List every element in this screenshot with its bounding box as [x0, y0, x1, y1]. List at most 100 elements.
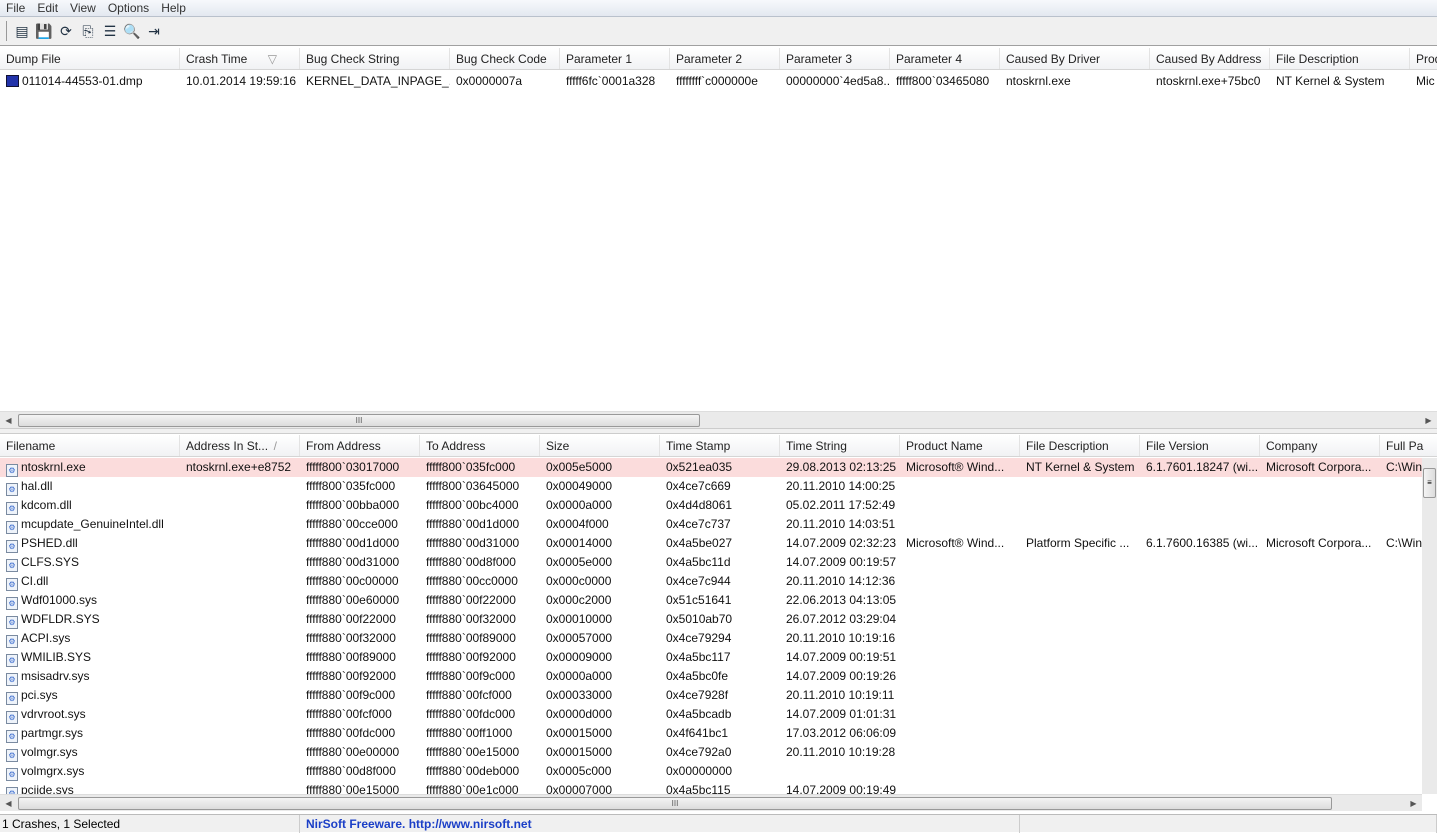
cell-text: ffffffff`c000000e: [676, 74, 758, 88]
cell-address-in-st: [180, 705, 300, 724]
module-row[interactable]: ⚙ kdcom.dll fffff800`00bba000 fffff800`00bc…: [0, 496, 1422, 515]
scroll-thumb[interactable]: III: [18, 797, 1332, 810]
column-header-bug-check-code[interactable]: Bug Check Code: [450, 48, 560, 69]
module-list-hscrollbar[interactable]: ◀ III ▶: [0, 794, 1422, 811]
column-header-parameter-2[interactable]: Parameter 2: [670, 48, 780, 69]
column-header-file-version[interactable]: File Version: [1140, 435, 1260, 456]
properties-icon[interactable]: ☰: [99, 20, 121, 42]
html-report-icon[interactable]: ▤: [11, 20, 33, 42]
column-header-caused-by-address[interactable]: Caused By Address: [1150, 48, 1270, 69]
module-file-icon: ⚙: [6, 540, 18, 553]
cell-text: Microsoft Corpora...: [1266, 460, 1372, 474]
crash-list-hscrollbar[interactable]: ◀ III ▶: [0, 411, 1437, 428]
cell-file-description: [1020, 477, 1140, 496]
module-row[interactable]: ⚙ volmgrx.sys fffff880`00d8f000 fffff880`00…: [0, 762, 1422, 781]
cell-size: 0x0000d000: [540, 705, 660, 724]
cell-filename: ⚙ CLFS.SYS: [0, 553, 180, 572]
cell-address-in-st: [180, 743, 300, 762]
module-row[interactable]: ⚙ volmgr.sys fffff880`00e00000 fffff880`00e…: [0, 743, 1422, 762]
column-header-filename[interactable]: Filename: [0, 435, 180, 456]
module-file-icon: ⚙: [6, 578, 18, 591]
module-row[interactable]: ⚙ CI.dll fffff880`00c00000 fffff880`00cc000…: [0, 572, 1422, 591]
cell-full-pa: [1380, 553, 1422, 572]
module-row[interactable]: ⚙ WMILIB.SYS fffff880`00f89000 fffff880`00f…: [0, 648, 1422, 667]
menu-file[interactable]: File: [0, 0, 31, 16]
module-row[interactable]: ⚙ WDFLDR.SYS fffff880`00f22000 fffff880`00f…: [0, 610, 1422, 629]
column-header-crash-time[interactable]: Crash Time ▽: [180, 48, 300, 69]
copy-icon[interactable]: ⎘: [77, 20, 99, 42]
cell-text: kdcom.dll: [21, 498, 72, 512]
cell-text: fffff880`00c00000: [306, 574, 399, 588]
module-row[interactable]: ⚙ pci.sys fffff880`00f9c000 fffff880`00fcf0…: [0, 686, 1422, 705]
status-link[interactable]: NirSoft Freeware. http://www.nirsoft.net: [300, 815, 1020, 833]
module-row[interactable]: ⚙ CLFS.SYS fffff880`00d31000 fffff880`00d8f…: [0, 553, 1422, 572]
scroll-left-icon[interactable]: ◀: [0, 412, 17, 429]
module-row[interactable]: ⚙ pciide.sys fffff880`00e15000 fffff880`00e…: [0, 781, 1422, 794]
pane-splitter[interactable]: [0, 428, 1437, 434]
column-header-file-description[interactable]: File Description: [1270, 48, 1410, 69]
column-header-bug-check-string[interactable]: Bug Check String: [300, 48, 450, 69]
module-row[interactable]: ⚙ partmgr.sys fffff880`00fdc000 fffff880`00…: [0, 724, 1422, 743]
menu-view[interactable]: View: [64, 0, 102, 16]
column-header-parameter-3[interactable]: Parameter 3: [780, 48, 890, 69]
column-header-parameter-4[interactable]: Parameter 4: [890, 48, 1000, 69]
module-row[interactable]: ⚙ msisadrv.sys fffff880`00f92000 fffff880`0…: [0, 667, 1422, 686]
column-header-caused-by-driver[interactable]: Caused By Driver: [1000, 48, 1150, 69]
refresh-icon[interactable]: ⟳: [55, 20, 77, 42]
cell-text: fffff880`00f9c000: [426, 669, 516, 683]
cell-time-stamp: 0x4a5bc117: [660, 648, 780, 667]
column-header-parameter-1[interactable]: Parameter 1: [560, 48, 670, 69]
column-header-label: Address In St...: [186, 439, 269, 453]
cell-time-string: 20.11.2010 14:12:36: [780, 572, 900, 591]
cell-to-address: fffff880`00f89000: [420, 629, 540, 648]
menu-help[interactable]: Help: [155, 0, 192, 16]
exit-icon[interactable]: ⇥: [143, 20, 165, 42]
module-row[interactable]: ⚙ PSHED.dll fffff880`00d1d000 fffff880`00d3…: [0, 534, 1422, 553]
module-row[interactable]: ⚙ Wdf01000.sys fffff880`00e60000 fffff880`0…: [0, 591, 1422, 610]
cell-file-description: [1020, 610, 1140, 629]
scroll-right-icon[interactable]: ▶: [1405, 795, 1422, 812]
module-row[interactable]: ⚙ ntoskrnl.exe ntoskrnl.exe+e8752 fffff800`…: [0, 458, 1422, 477]
save-icon[interactable]: 💾: [33, 20, 55, 42]
dump-file-icon: [6, 75, 19, 87]
nirsoft-link[interactable]: NirSoft Freeware. http://www.nirsoft.net: [306, 817, 532, 831]
column-header-file-description[interactable]: File Description: [1020, 435, 1140, 456]
cell-text: 0x0000007a: [456, 74, 523, 88]
column-header-full-pa[interactable]: Full Pa: [1380, 435, 1437, 456]
cell-to-address: fffff880`00deb000: [420, 762, 540, 781]
column-header-product-name[interactable]: Product Name: [1410, 48, 1437, 69]
column-header-time-stamp[interactable]: Time Stamp: [660, 435, 780, 456]
module-row[interactable]: ⚙ ACPI.sys fffff880`00f32000 fffff880`00f89…: [0, 629, 1422, 648]
cell-text: pciide.sys: [21, 783, 74, 794]
vscroll-thumb[interactable]: ≡: [1423, 468, 1436, 498]
module-list-vscrollbar[interactable]: ≡: [1422, 458, 1437, 794]
cell-file-version: [1140, 648, 1260, 667]
column-header-address-in-st[interactable]: Address In St... /: [180, 435, 300, 456]
find-icon[interactable]: 🔍: [121, 20, 143, 42]
cell-full-pa: [1380, 762, 1422, 781]
menu-edit[interactable]: Edit: [31, 0, 64, 16]
column-header-time-string[interactable]: Time String: [780, 435, 900, 456]
module-row[interactable]: ⚙ hal.dll fffff800`035fc000 fffff800`036450…: [0, 477, 1422, 496]
column-header-product-name[interactable]: Product Name: [900, 435, 1020, 456]
cell-filename: ⚙ partmgr.sys: [0, 724, 180, 743]
cell-filename: ⚙ CI.dll: [0, 572, 180, 591]
scroll-left-icon[interactable]: ◀: [0, 795, 17, 812]
module-row[interactable]: ⚙ mcupdate_GenuineIntel.dll fffff880`00cce…: [0, 515, 1422, 534]
column-header-size[interactable]: Size: [540, 435, 660, 456]
toolbar-separator: [6, 21, 7, 41]
cell-from-address: fffff880`00cce000: [300, 515, 420, 534]
column-header-dump-file[interactable]: Dump File: [0, 48, 180, 69]
scroll-right-icon[interactable]: ▶: [1420, 412, 1437, 429]
module-row[interactable]: ⚙ vdrvroot.sys fffff880`00fcf000 fffff880`0…: [0, 705, 1422, 724]
cell-parameter-2: ffffffff`c000000e: [670, 72, 780, 91]
column-header-company[interactable]: Company: [1260, 435, 1380, 456]
scroll-thumb[interactable]: III: [18, 414, 700, 427]
menu-options[interactable]: Options: [102, 0, 155, 16]
crash-row[interactable]: 011014-44553-01.dmp 10.01.2014 19:59:16 KE…: [0, 72, 1435, 91]
column-header-to-address[interactable]: To Address: [420, 435, 540, 456]
column-header-label: Full Pa: [1386, 439, 1424, 453]
column-header-from-address[interactable]: From Address: [300, 435, 420, 456]
cell-text: Mic: [1416, 74, 1435, 88]
cell-time-stamp: 0x00000000: [660, 762, 780, 781]
